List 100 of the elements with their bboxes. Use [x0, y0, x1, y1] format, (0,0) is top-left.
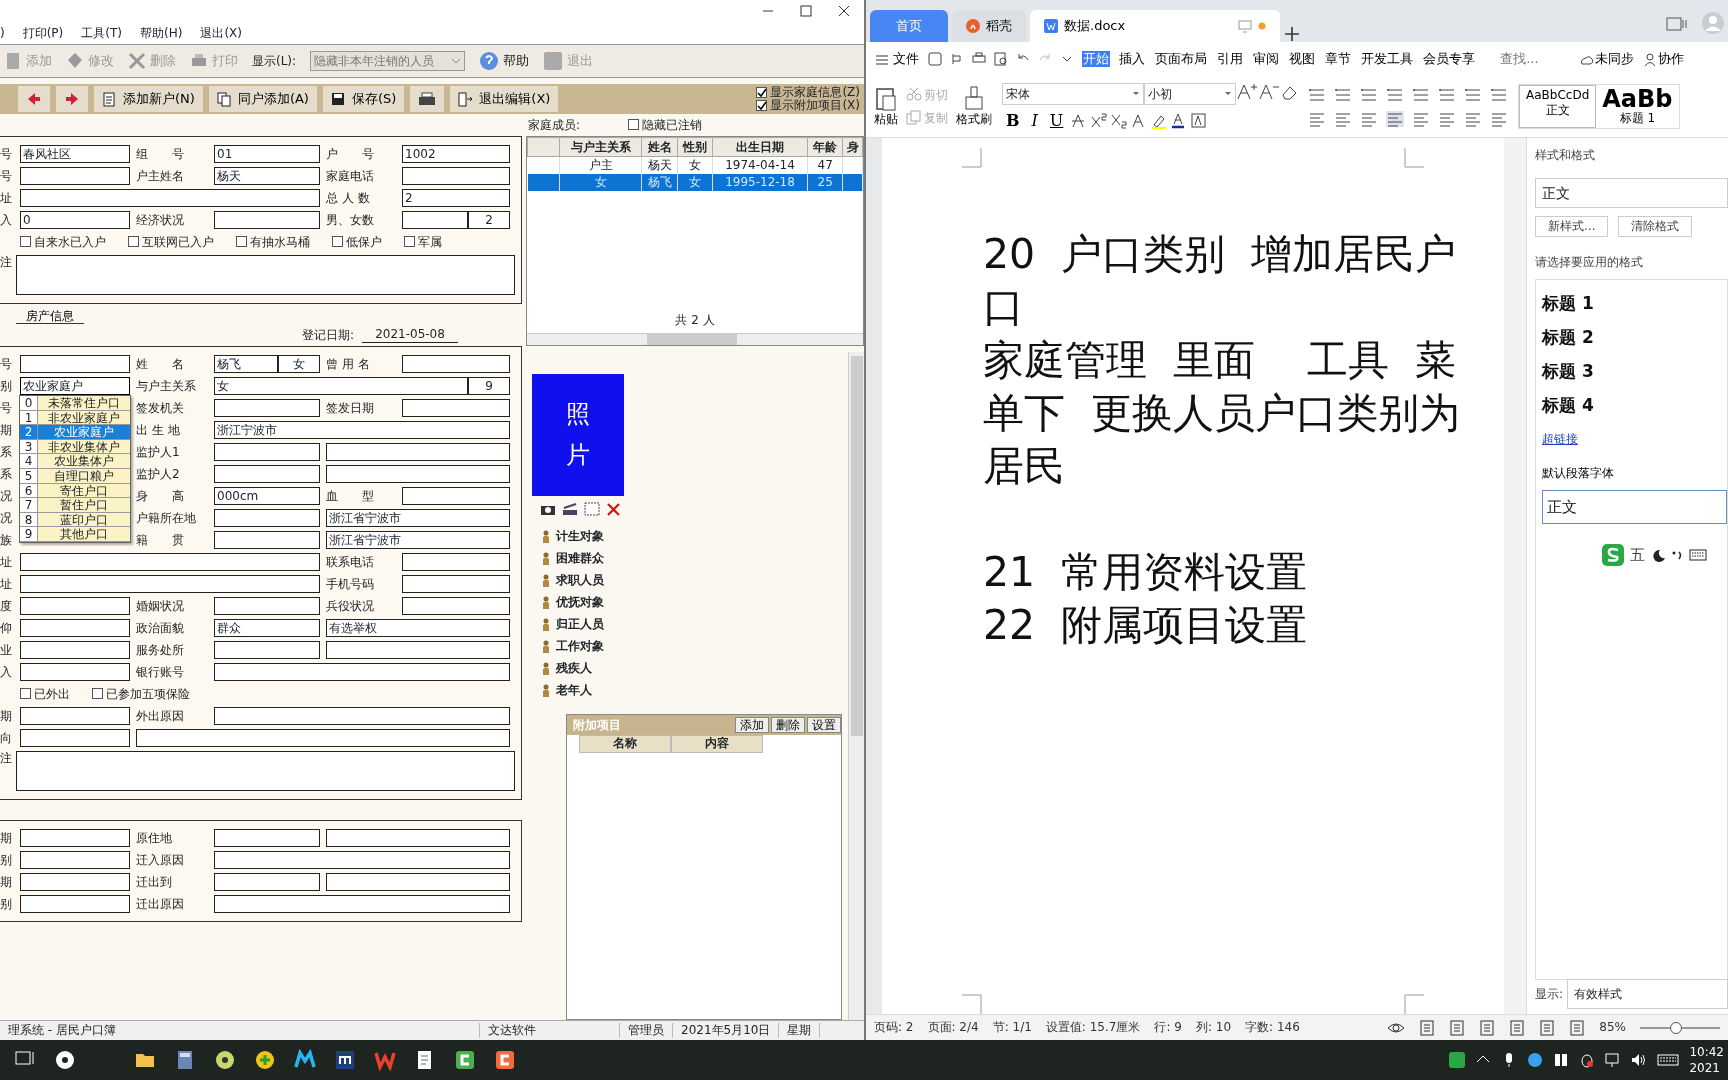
- checkbox[interactable]: 显示附加项目(X): [756, 99, 860, 112]
- text-field[interactable]: [214, 873, 320, 891]
- letter-c-icon[interactable]: [454, 1049, 476, 1071]
- text-field[interactable]: 01: [214, 145, 320, 163]
- text-field[interactable]: 女: [278, 355, 320, 373]
- subscript-icon[interactable]: [1111, 112, 1128, 129]
- ribbon-tab[interactable]: 视图: [1288, 51, 1317, 67]
- column-header[interactable]: 年龄: [807, 137, 843, 157]
- toolbar-button[interactable]: 帮助: [479, 51, 530, 71]
- font-size-field[interactable]: 小初: [1144, 82, 1236, 105]
- text-field[interactable]: [136, 729, 510, 747]
- tab[interactable]: 稻壳: [952, 10, 1026, 42]
- text-field[interactable]: 0: [20, 211, 130, 229]
- current-style-field[interactable]: 正文: [1535, 178, 1728, 209]
- text-field[interactable]: 000cm: [214, 487, 320, 505]
- ribbon-tab[interactable]: 开发工具: [1360, 51, 1415, 67]
- toolbar-button[interactable]: 保存(S): [322, 86, 405, 112]
- text-field[interactable]: [326, 829, 510, 847]
- ribbon-tab[interactable]: 章节: [1324, 51, 1353, 67]
- print-button[interactable]: [410, 86, 445, 112]
- back-button[interactable]: [18, 86, 50, 112]
- dropdown-field[interactable]: 农业家庭户: [20, 377, 130, 395]
- memo-field[interactable]: [16, 255, 515, 295]
- horizontal-scrollbar[interactable]: [527, 333, 863, 345]
- chat-bubble-icon[interactable]: [1527, 1052, 1544, 1068]
- text-field[interactable]: [214, 663, 510, 681]
- collaborate-button[interactable]: 协作: [1643, 51, 1686, 67]
- frame-icon[interactable]: [584, 502, 600, 516]
- file-menu[interactable]: 文件: [874, 51, 921, 67]
- tab[interactable]: 数据.docx: [1030, 10, 1280, 42]
- sync-button[interactable]: 未同步: [1578, 51, 1636, 67]
- checkbox[interactable]: 低保户: [332, 234, 382, 250]
- toolbar-button[interactable]: 同户添加(A): [208, 86, 317, 112]
- category-item[interactable]: 困难群众: [532, 547, 848, 569]
- text-field[interactable]: 浙江省宁波市: [326, 531, 510, 549]
- forward-button[interactable]: [56, 86, 88, 112]
- text-field[interactable]: 1002: [402, 145, 510, 163]
- menu-item[interactable]: 打印(P): [22, 25, 64, 41]
- text-field[interactable]: [402, 167, 510, 185]
- checkbox[interactable]: 已外出: [20, 686, 70, 702]
- network-icon[interactable]: [1605, 1052, 1622, 1068]
- text-field[interactable]: [20, 575, 320, 593]
- text-field[interactable]: [214, 211, 320, 229]
- text-field[interactable]: [20, 829, 130, 847]
- ime-mode[interactable]: 五: [1630, 546, 1645, 565]
- superscript-icon[interactable]: [1091, 112, 1108, 129]
- ime-logo-icon[interactable]: [1449, 1052, 1466, 1068]
- text-field[interactable]: [214, 597, 320, 615]
- format-painter-button[interactable]: 格式刷: [956, 86, 992, 127]
- text-field[interactable]: 群众: [214, 619, 320, 637]
- text-field[interactable]: [214, 851, 510, 869]
- ribbon-tab[interactable]: 开始: [1082, 51, 1111, 67]
- style-item[interactable]: 默认段落字体: [1542, 456, 1727, 491]
- m-square-icon[interactable]: [334, 1049, 356, 1071]
- style-item[interactable]: 标题 1: [1542, 286, 1727, 321]
- category-item[interactable]: 归正人员: [532, 613, 848, 635]
- text-field[interactable]: [20, 663, 130, 681]
- paste-button[interactable]: 粘贴: [874, 86, 898, 127]
- text-field[interactable]: [402, 597, 510, 615]
- zoom-level[interactable]: 85%: [1599, 1020, 1626, 1035]
- dropdown-option[interactable]: 4 农业集体户: [20, 454, 130, 469]
- slider-thumb[interactable]: [1670, 1021, 1682, 1034]
- toolbar-button[interactable]: 退出编辑(X): [450, 86, 559, 112]
- keyboard-icon[interactable]: [1657, 1052, 1680, 1068]
- text-field[interactable]: [20, 619, 130, 637]
- text-field[interactable]: 2: [468, 211, 510, 229]
- column-header[interactable]: 出生日期: [712, 137, 808, 157]
- letter-c-icon[interactable]: [494, 1049, 516, 1071]
- column-header[interactable]: 姓名: [641, 137, 678, 157]
- text-field[interactable]: [402, 575, 510, 593]
- panel-button[interactable]: 设置: [807, 717, 841, 733]
- text-field[interactable]: [402, 211, 468, 229]
- text-field[interactable]: [20, 641, 130, 659]
- checkbox[interactable]: 有抽水马桶: [236, 234, 310, 250]
- increase-font-icon[interactable]: [1236, 82, 1258, 101]
- keyboard-icon[interactable]: [1689, 548, 1707, 563]
- text-field[interactable]: [402, 355, 510, 373]
- printer-icon[interactable]: [972, 52, 987, 66]
- dropdown-option[interactable]: 9 其他户口: [20, 527, 130, 542]
- text-field[interactable]: [214, 641, 320, 659]
- text-field[interactable]: [214, 399, 320, 417]
- text-field[interactable]: 有选举权: [326, 619, 510, 637]
- vertical-scrollbar[interactable]: [1504, 138, 1526, 1014]
- text-field[interactable]: [214, 707, 510, 725]
- text-field[interactable]: 浙江省宁波市: [326, 509, 510, 527]
- checkbox[interactable]: 显示家庭信息(Z): [756, 86, 860, 99]
- disc-icon[interactable]: [214, 1049, 236, 1071]
- panel-button[interactable]: 添加: [735, 717, 769, 733]
- column-header[interactable]: 与户主关系: [559, 137, 642, 157]
- text-field[interactable]: [326, 465, 510, 483]
- tab[interactable]: 首页: [870, 10, 948, 42]
- text-field[interactable]: [214, 443, 320, 461]
- checkbox[interactable]: 已参加五项保险: [92, 686, 190, 702]
- dropdown-option[interactable]: 0 未落常住户口: [20, 396, 130, 411]
- text-field[interactable]: 杨飞: [214, 355, 278, 373]
- text-field[interactable]: [402, 487, 510, 505]
- text-field[interactable]: [20, 553, 320, 571]
- text-field[interactable]: 2: [402, 189, 510, 207]
- text-field[interactable]: [214, 829, 320, 847]
- speaker-icon[interactable]: [1631, 1052, 1648, 1068]
